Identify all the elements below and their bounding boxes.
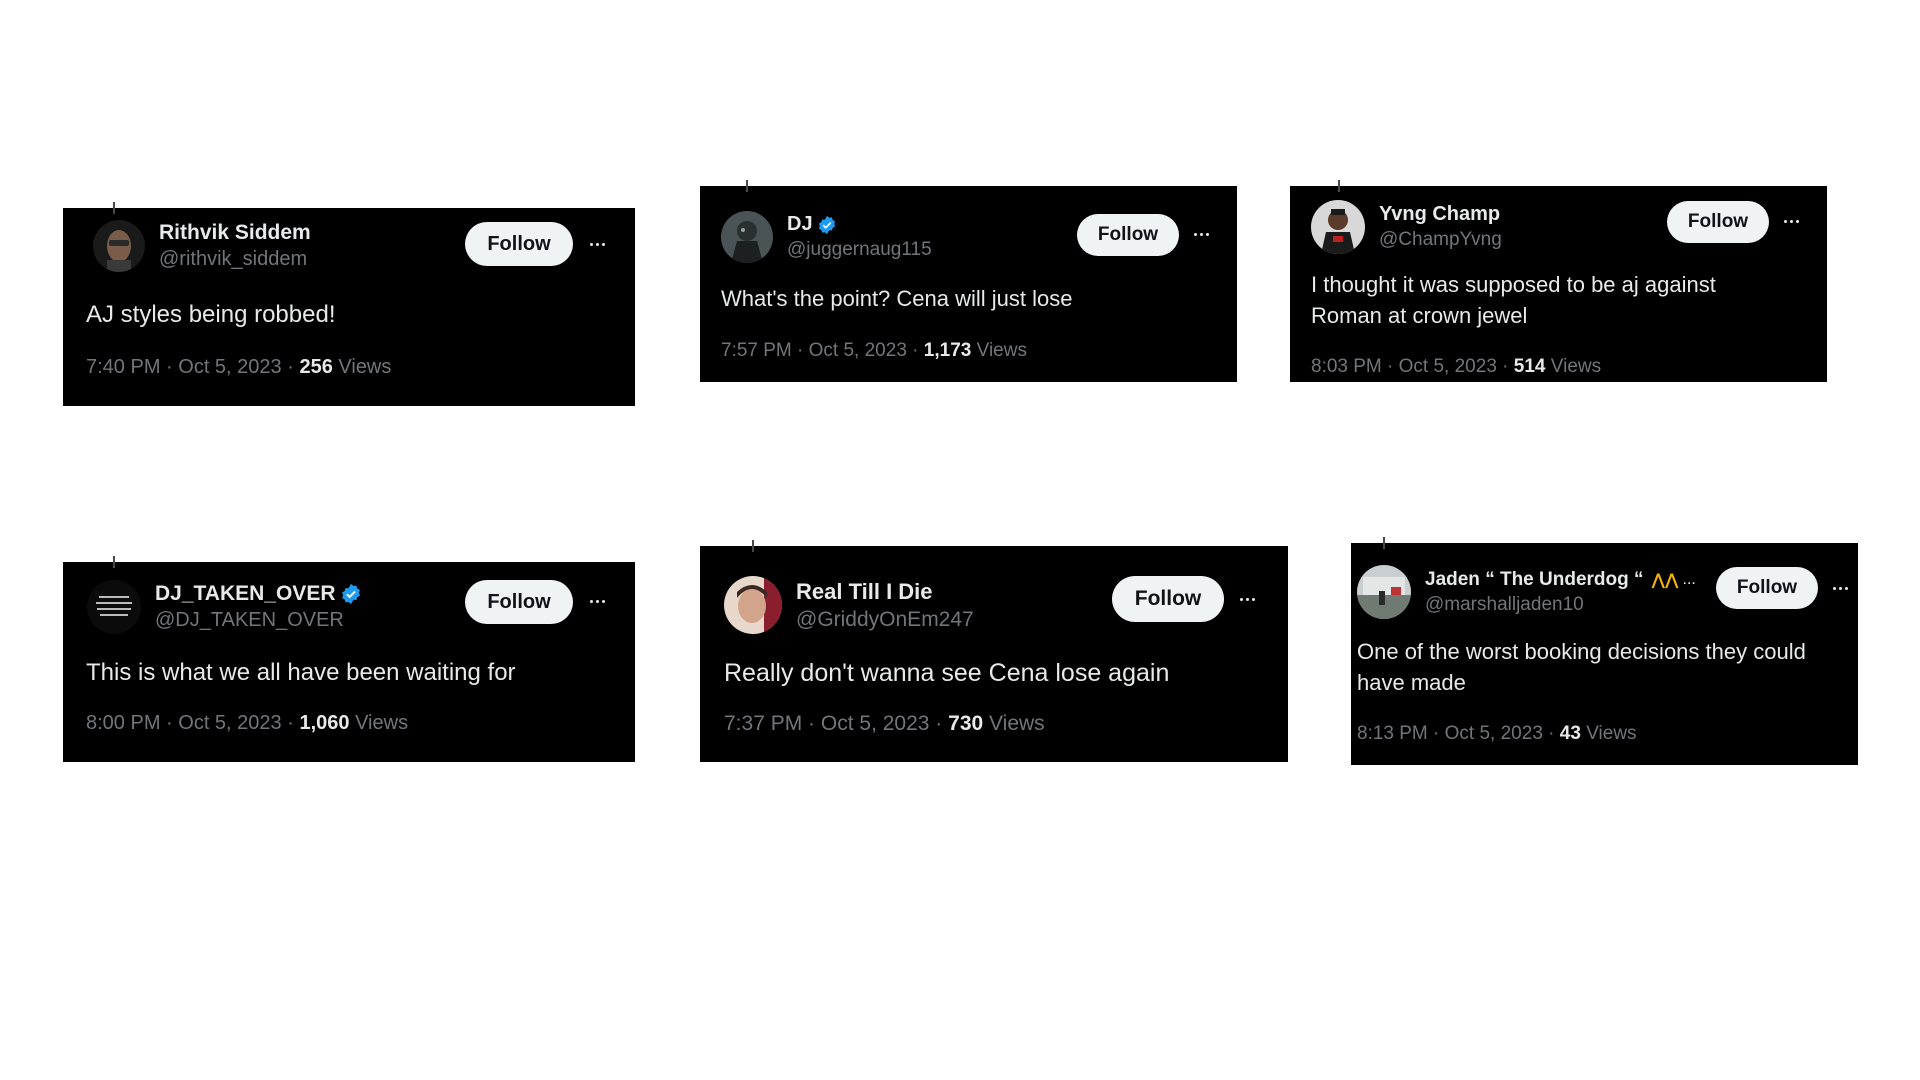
views-label: Views (1586, 723, 1637, 744)
more-options-icon[interactable] (1784, 220, 1799, 223)
follow-button[interactable]: Follow (1077, 214, 1179, 256)
tweet-header: Yvng Champ @ChampYvng (1311, 200, 1502, 254)
tweet-date[interactable]: Oct 5, 2023 (1399, 356, 1497, 377)
views-label: Views (338, 356, 392, 378)
avatar[interactable] (724, 576, 782, 634)
tweet-date[interactable]: Oct 5, 2023 (178, 356, 281, 378)
thread-connector (746, 180, 748, 192)
thread-connector (113, 202, 115, 214)
view-count: 1,173 (923, 340, 972, 361)
views-label: Views (355, 712, 409, 734)
display-name[interactable]: Jaden “ The Underdog “ (1425, 569, 1644, 591)
tweet-time[interactable]: 8:00 PM (86, 712, 160, 734)
more-options-icon[interactable] (590, 600, 605, 603)
tweet-meta: 8:03 PM · Oct 5, 2023 · 514 Views (1311, 356, 1602, 377)
follow-button[interactable]: Follow (465, 222, 573, 266)
tweet-time[interactable]: 7:37 PM (724, 712, 802, 735)
view-count: 730 (948, 712, 984, 735)
more-options-icon[interactable] (590, 243, 605, 246)
avatar-image (87, 580, 141, 634)
avatar-image (721, 211, 773, 263)
tweet-card: Rithvik Siddem @rithvik_siddem Follow AJ… (63, 202, 635, 406)
views-label: Views (976, 340, 1027, 361)
tweet-date[interactable]: Oct 5, 2023 (809, 340, 907, 361)
verified-badge-icon (340, 583, 362, 605)
tweet-date[interactable]: Oct 5, 2023 (1445, 723, 1543, 744)
avatar[interactable] (721, 211, 773, 263)
tweet-text: I thought it was supposed to be aj again… (1311, 272, 1716, 328)
tweet-meta: 7:40 PM · Oct 5, 2023 · 256 Views (86, 356, 392, 378)
name-truncation: ... (1682, 570, 1696, 588)
user-handle[interactable]: @juggernaug115 (787, 239, 932, 261)
tweet-header: Real Till I Die @GriddyOnEm247 (724, 576, 974, 634)
tweet-meta: 8:13 PM · Oct 5, 2023 · 43 Views (1357, 723, 1637, 744)
avatar-image (1357, 565, 1411, 619)
view-count: 43 (1559, 723, 1581, 744)
thread-connector (1338, 180, 1340, 192)
display-name[interactable]: DJ (787, 213, 813, 236)
tweet-time[interactable]: 7:40 PM (86, 356, 160, 378)
avatar-image (724, 576, 782, 634)
follow-button[interactable]: Follow (465, 580, 573, 624)
user-handle[interactable]: @marshalljaden10 (1425, 594, 1696, 616)
thread-connector (113, 556, 115, 568)
thread-connector (752, 540, 754, 552)
verified-badge-icon (817, 215, 837, 235)
user-handle[interactable]: @ChampYvng (1379, 229, 1502, 251)
avatar[interactable] (1357, 565, 1411, 619)
tweet-date[interactable]: Oct 5, 2023 (178, 712, 281, 734)
more-options-icon[interactable] (1194, 233, 1209, 236)
avatar[interactable] (93, 220, 145, 272)
views-label: Views (989, 712, 1045, 735)
follow-button[interactable]: Follow (1112, 576, 1224, 622)
tweet-text: Really don't wanna see Cena lose again (724, 659, 1170, 687)
user-handle[interactable]: @rithvik_siddem (159, 248, 311, 271)
tweet-header: Jaden “ The Underdog “ ⋀⋀ ... @marshallj… (1357, 565, 1696, 619)
view-count: 256 (299, 356, 333, 378)
tweet-text: AJ styles being robbed! (86, 301, 336, 328)
tweet-meta: 7:37 PM · Oct 5, 2023 · 730 Views (724, 712, 1045, 735)
follow-button[interactable]: Follow (1667, 201, 1769, 243)
view-count: 514 (1513, 356, 1546, 377)
tweet-card: Yvng Champ @ChampYvng Follow I thought i… (1290, 180, 1827, 382)
avatar-image (1311, 200, 1365, 254)
thread-connector (1383, 537, 1385, 549)
display-name[interactable]: DJ_TAKEN_OVER (155, 582, 336, 606)
more-options-icon[interactable] (1833, 587, 1848, 590)
more-options-icon[interactable] (1240, 598, 1255, 601)
display-name[interactable]: Real Till I Die (796, 579, 933, 605)
user-handle[interactable]: @GriddyOnEm247 (796, 608, 974, 632)
tweet-time[interactable]: 8:13 PM (1357, 723, 1428, 744)
tweet-header: Rithvik Siddem @rithvik_siddem (93, 220, 311, 272)
tweet-time[interactable]: 8:03 PM (1311, 356, 1382, 377)
tweet-card: Real Till I Die @GriddyOnEm247 Follow Re… (700, 540, 1288, 762)
tweet-meta: 8:00 PM · Oct 5, 2023 · 1,060 Views (86, 712, 409, 734)
view-count: 1,060 (299, 712, 350, 734)
canvas: Rithvik Siddem @rithvik_siddem Follow AJ… (0, 0, 1920, 1080)
tweet-header: DJ @juggernaug115 (721, 211, 932, 263)
views-label: Views (1550, 356, 1602, 377)
display-name[interactable]: Rithvik Siddem (159, 221, 311, 245)
user-handle[interactable]: @DJ_TAKEN_OVER (155, 609, 362, 632)
name-emoji-icon: ⋀⋀ (1651, 571, 1679, 589)
tweet-text: One of the worst booking decisions they … (1357, 639, 1806, 695)
tweet-text: What's the point? Cena will just lose (721, 286, 1073, 311)
follow-button[interactable]: Follow (1716, 567, 1818, 609)
tweet-card: DJ @juggernaug115 Follow What's the poin… (700, 180, 1237, 382)
tweet-header: DJ_TAKEN_OVER @DJ_TAKEN_OVER (87, 580, 362, 634)
avatar-image (93, 220, 145, 272)
avatar[interactable] (1311, 200, 1365, 254)
tweet-time[interactable]: 7:57 PM (721, 340, 792, 361)
tweet-card: DJ_TAKEN_OVER @DJ_TAKEN_OVER Follow This… (63, 556, 635, 762)
tweet-date[interactable]: Oct 5, 2023 (821, 712, 930, 735)
tweet-card: Jaden “ The Underdog “ ⋀⋀ ... @marshallj… (1351, 537, 1858, 765)
tweet-meta: 7:57 PM · Oct 5, 2023 · 1,173 Views (721, 340, 1027, 361)
avatar[interactable] (87, 580, 141, 634)
tweet-text: This is what we all have been waiting fo… (86, 659, 516, 686)
display-name[interactable]: Yvng Champ (1379, 203, 1500, 226)
